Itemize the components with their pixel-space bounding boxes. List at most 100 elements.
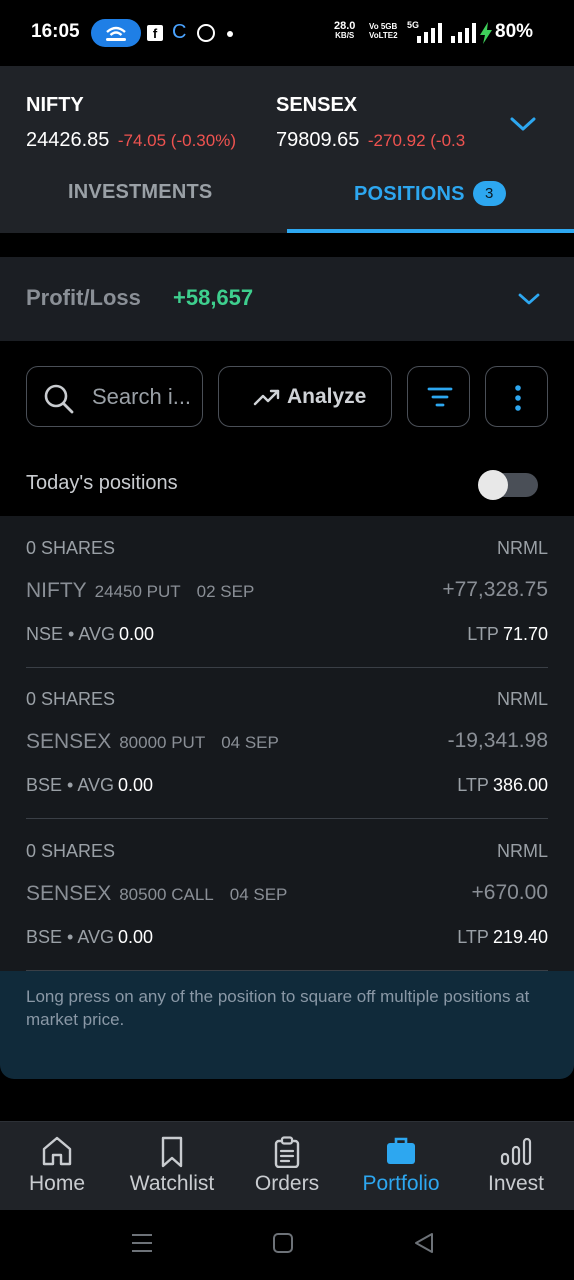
position-strike: 80000 PUT xyxy=(119,733,206,752)
back-icon[interactable] xyxy=(413,1232,435,1254)
volte-indicator: Vo 5GB VoLTE2 xyxy=(369,22,398,40)
index-value: 79809.65 xyxy=(276,129,360,151)
position-avg-value: 0.00 xyxy=(119,624,155,644)
expand-pnl-chevron-down-icon[interactable] xyxy=(517,291,541,307)
profit-loss-label: Profit/Loss xyxy=(26,285,141,310)
index-name: SENSEX xyxy=(276,94,358,116)
hotspot-indicator-icon xyxy=(91,19,141,47)
status-bar: 16:05 f C 28.0 KB/S Vo 5GB VoLTE2 5G 80% xyxy=(0,0,574,66)
index-change: -270.92 (-0.3 xyxy=(367,131,466,150)
nav-label: Portfolio xyxy=(362,1172,440,1195)
market-header: NIFTY 24426.85 -74.05 (-0.30%) SENSEX 79… xyxy=(0,66,574,233)
volte-line-2: VoLTE2 xyxy=(369,31,398,40)
position-avg-label: AVG xyxy=(78,624,116,644)
position-ltp-value: 219.40 xyxy=(492,927,548,947)
nav-watchlist[interactable]: Watchlist xyxy=(115,1122,229,1211)
volte-line-1: Vo 5GB xyxy=(369,22,398,31)
app-c-notification-icon: C xyxy=(172,21,187,43)
nav-label: Invest xyxy=(487,1172,545,1195)
search-placeholder: Search i... xyxy=(92,384,192,409)
tab-investments[interactable]: INVESTMENTS xyxy=(68,181,212,204)
expand-indices-chevron-down-icon[interactable] xyxy=(509,114,537,134)
facebook-notification-icon: f xyxy=(147,25,163,41)
position-exchange-avg: BSE • AVG 0.00 xyxy=(26,927,154,947)
network-speed: 28.0 KB/S xyxy=(334,21,355,41)
bookmark-icon xyxy=(161,1136,183,1168)
position-exchange-avg: NSE • AVG 0.00 xyxy=(26,624,155,644)
position-product: NRML xyxy=(496,689,548,709)
system-navigation-bar xyxy=(0,1210,574,1280)
position-row[interactable]: 0 SHARES NRML SENSEX 80000 PUT 04 SEP -19,… xyxy=(0,667,574,819)
analyze-button[interactable]: Analyze xyxy=(218,366,392,427)
position-pnl: -19,341.98 xyxy=(447,729,548,752)
position-shares: 0 SHARES xyxy=(26,841,116,861)
position-row[interactable]: 0 SHARES NRML SENSEX 80500 CALL 04 SEP +67… xyxy=(0,819,574,971)
profit-loss-bar[interactable]: Profit/Loss +58,657 xyxy=(0,257,574,341)
index-change: -74.05 (-0.30%) xyxy=(117,131,236,150)
network-speed-unit: KB/S xyxy=(335,31,355,40)
position-pnl: +77,328.75 xyxy=(442,578,548,601)
recent-apps-icon[interactable] xyxy=(131,1232,153,1254)
battery-level: 80% xyxy=(495,21,534,42)
position-expiry: 02 SEP xyxy=(196,582,255,601)
position-ltp-label: LTP xyxy=(457,775,489,795)
position-ltp-value: 71.70 xyxy=(502,624,548,644)
position-avg-label: AVG xyxy=(77,775,115,795)
status-time: 16:05 xyxy=(31,21,80,42)
nav-label: Watchlist xyxy=(129,1172,215,1195)
nav-home[interactable]: Home xyxy=(0,1122,114,1211)
globe-notification-icon xyxy=(197,24,215,42)
home-square-icon[interactable] xyxy=(273,1232,293,1254)
filter-button[interactable] xyxy=(407,366,470,427)
position-exchange: BSE xyxy=(26,775,63,795)
clipboard-icon xyxy=(274,1136,300,1168)
position-strike: 80500 CALL xyxy=(119,885,214,904)
nav-label: Orders xyxy=(254,1172,320,1195)
position-ltp: LTP 219.40 xyxy=(457,927,548,948)
todays-positions-label: Today's positions xyxy=(26,472,178,494)
search-icon xyxy=(44,384,74,414)
search-input[interactable]: Search i... xyxy=(26,366,203,427)
position-product: NRML xyxy=(496,841,548,861)
active-tab-indicator xyxy=(287,229,574,233)
tab-positions[interactable]: POSITIONS 3 xyxy=(354,181,506,206)
position-pnl: +670.00 xyxy=(471,881,549,904)
nav-invest[interactable]: Invest xyxy=(459,1122,573,1211)
todays-positions-toggle[interactable] xyxy=(478,470,538,500)
more-vertical-icon xyxy=(515,385,521,411)
position-shares: 0 SHARES xyxy=(26,689,116,709)
index-value: 24426.85 xyxy=(26,129,110,151)
position-ltp-label: LTP xyxy=(457,927,489,947)
charging-bolt-icon xyxy=(480,22,492,44)
position-avg-label: AVG xyxy=(77,927,115,947)
position-exchange-avg: BSE • AVG 0.00 xyxy=(26,775,154,795)
index-nifty[interactable]: NIFTY 24426.85 -74.05 (-0.30%) xyxy=(26,94,236,152)
nav-portfolio[interactable]: Portfolio xyxy=(344,1122,458,1211)
position-ltp-value: 386.00 xyxy=(492,775,548,795)
info-text: Long press on any of the position to squ… xyxy=(26,987,530,1029)
position-row[interactable]: 0 SHARES NRML NIFTY 24450 PUT 02 SEP +77,3… xyxy=(0,516,574,668)
position-avg-value: 0.00 xyxy=(118,775,154,795)
nav-orders[interactable]: Orders xyxy=(230,1122,344,1211)
tab-positions-label: POSITIONS xyxy=(354,183,465,205)
position-symbol: SENSEX xyxy=(26,882,112,905)
position-avg-value: 0.00 xyxy=(118,927,154,947)
profit-loss-value: +58,657 xyxy=(173,285,254,310)
analyze-label: Analyze xyxy=(287,385,367,408)
position-expiry: 04 SEP xyxy=(221,733,279,752)
position-strike: 24450 PUT xyxy=(94,582,181,601)
position-exchange: BSE xyxy=(26,927,63,947)
signal-1-icon xyxy=(417,23,442,43)
toggle-knob xyxy=(478,470,508,500)
position-ltp: LTP 71.70 xyxy=(467,624,548,645)
position-instrument: SENSEX 80500 CALL 04 SEP xyxy=(26,882,287,906)
network-speed-value: 28.0 xyxy=(334,20,356,32)
square-off-info-banner: Long press on any of the position to squ… xyxy=(0,971,574,1079)
briefcase-icon xyxy=(387,1137,415,1164)
nav-label: Home xyxy=(28,1172,86,1195)
home-icon xyxy=(42,1136,72,1166)
position-instrument: NIFTY 24450 PUT 02 SEP xyxy=(26,579,254,603)
position-ltp-label: LTP xyxy=(467,624,499,644)
more-options-button[interactable] xyxy=(485,366,548,427)
index-sensex[interactable]: SENSEX 79809.65 -270.92 (-0.3 xyxy=(276,94,488,152)
